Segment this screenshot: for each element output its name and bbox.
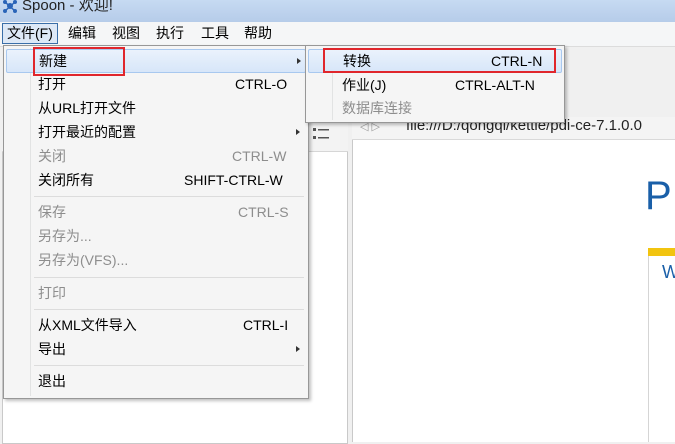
menu-item-close-all[interactable]: 关闭所有 SHIFT-CTRL-W — [6, 169, 306, 191]
menu-separator — [34, 365, 304, 366]
yellow-accent-bar — [648, 248, 675, 256]
list-view-icon[interactable] — [313, 127, 329, 141]
menu-item-import-xml[interactable]: 从XML文件导入 CTRL-I — [6, 314, 306, 336]
menu-item-open[interactable]: 打开 CTRL-O — [6, 73, 306, 95]
file-menu: 新建 打开 CTRL-O 从URL打开文件 打开最近的配置 关闭 CTRL-W … — [3, 45, 309, 399]
menu-item-open-url[interactable]: 从URL打开文件 — [6, 97, 306, 119]
menu-item-open-recent[interactable]: 打开最近的配置 — [6, 121, 306, 143]
submenu-arrow-icon — [296, 346, 300, 352]
menu-item-exit[interactable]: 退出 — [6, 370, 306, 392]
menu-item-save-as[interactable]: 另存为... — [6, 225, 306, 247]
menu-edit[interactable]: 编辑 — [64, 24, 100, 43]
menu-run[interactable]: 执行 — [152, 24, 188, 43]
title-bar: Spoon - 欢迎! — [0, 0, 675, 22]
submenu-arrow-icon — [296, 129, 300, 135]
menu-file[interactable]: 文件(F) — [2, 23, 58, 44]
menu-item-db-connection[interactable]: 数据库连接 — [308, 97, 562, 119]
menu-item-save[interactable]: 保存 CTRL-S — [6, 201, 306, 223]
welcome-heading: P — [645, 174, 672, 218]
page-content — [357, 140, 675, 442]
menu-item-job[interactable]: 作业(J) CTRL-ALT-N — [308, 74, 562, 96]
menu-separator — [34, 277, 304, 278]
menu-help[interactable]: 帮助 — [240, 24, 276, 43]
welcome-side-text: W — [662, 262, 675, 282]
highlight-box-transformation — [323, 48, 556, 73]
submenu-arrow-icon — [297, 58, 301, 64]
menu-bar: 文件(F) 编辑 视图 执行 工具 帮助 — [0, 22, 675, 47]
spoon-app-icon — [3, 0, 17, 13]
menu-view[interactable]: 视图 — [108, 24, 144, 43]
welcome-side-frame — [648, 256, 675, 442]
highlight-box-new — [33, 47, 125, 76]
menu-tools[interactable]: 工具 — [197, 24, 233, 43]
window-title: Spoon - 欢迎! — [22, 0, 113, 14]
menu-item-export[interactable]: 导出 — [6, 338, 306, 360]
menu-separator — [34, 309, 304, 310]
menu-separator — [34, 196, 304, 197]
menu-item-print[interactable]: 打印 — [6, 282, 306, 304]
menu-item-close[interactable]: 关闭 CTRL-W — [6, 145, 306, 167]
menu-item-save-as-vfs[interactable]: 另存为(VFS)... — [6, 249, 306, 271]
